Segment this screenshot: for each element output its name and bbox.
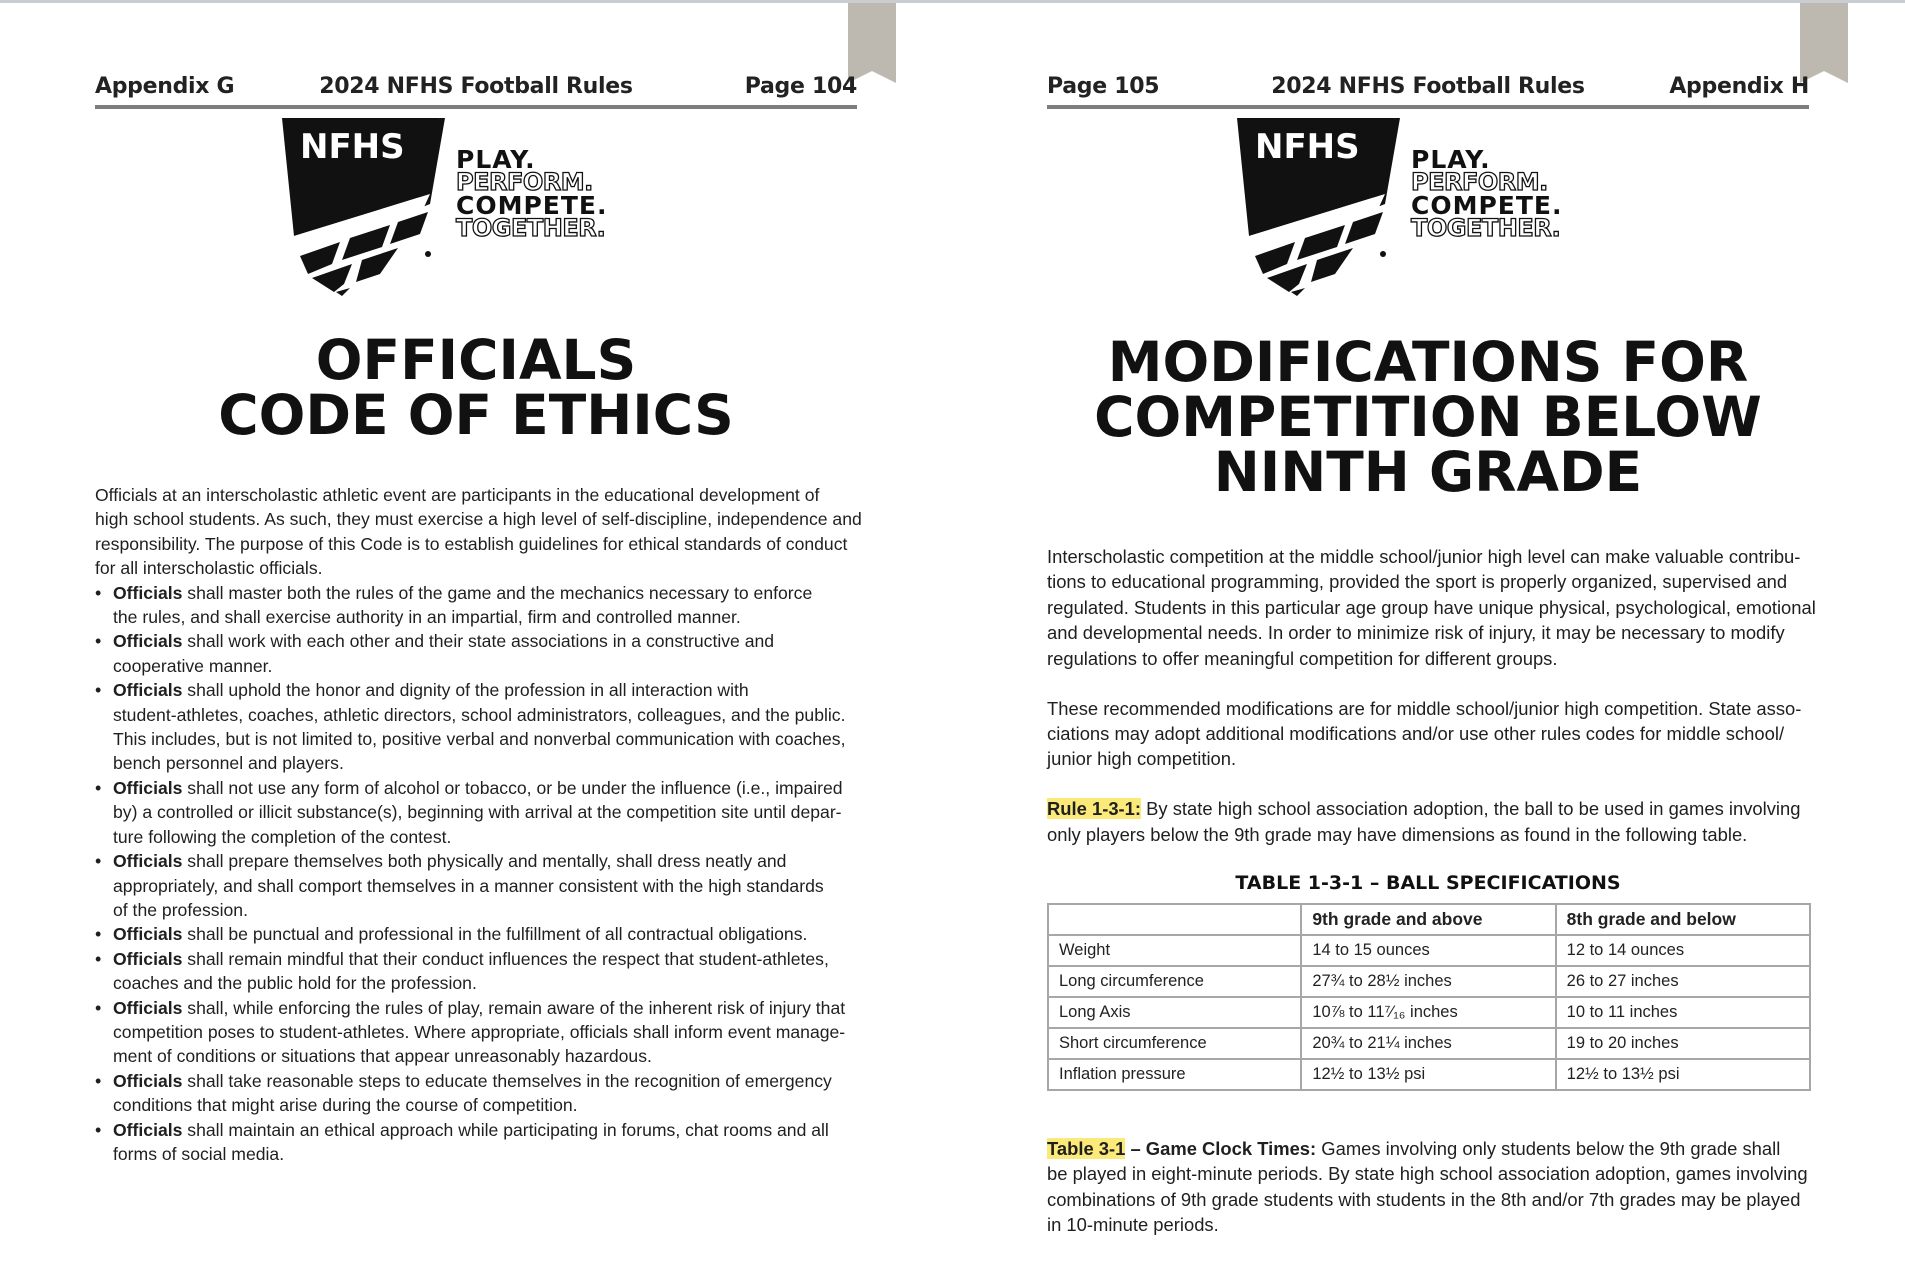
table-cell: 10⅞ to 11⁷⁄₁₆ inches [1300,996,1557,1029]
game-clock-paragraph: Table 3-1 – Game Clock Times: Games invo… [1047,1138,1808,1236]
page-105: Page 105 2024 NFHS Football Rules Append… [952,0,1905,1287]
list-item: Officials shall be punctual and professi… [95,922,865,947]
nfhs-logo: NFHS PLAY. PERFORM. COMPETE. TOGETHER. [1235,114,1635,296]
table-cell: Long circumference [1046,965,1303,998]
table-cell: Weight [1046,934,1303,967]
list-item: Officials shall prepare themselves both … [95,849,865,922]
ball-specifications-table: 9th grade and above 8th grade and below … [1046,903,1812,1091]
nfhs-logo: NFHS PLAY. PERFORM. COMPETE. TOGETHER. [280,114,680,296]
table-header-cell: 9th grade and above [1300,903,1557,936]
table-cell: Long Axis [1046,996,1303,1029]
table-header-cell [1046,903,1303,936]
page-title: OFFICIALS CODE OF ETHICS [218,328,734,447]
header-appendix: Appendix G [95,74,235,99]
intro-paragraph: Interscholastic competition at the middl… [1047,546,1816,669]
page-104: Appendix G 2024 NFHS Football Rules Page… [0,0,952,1287]
nfhs-shield-icon: NFHS [282,118,445,296]
header-appendix: Appendix H [1669,74,1809,99]
recommendation-paragraph: These recommended modifications are for … [1047,697,1802,770]
table-title: TABLE 1-3-1 – BALL SPECIFICATIONS [1235,872,1621,894]
intro-paragraph: Officials at an interscholastic athletic… [95,485,862,579]
page-header: Appendix G 2024 NFHS Football Rules Page… [95,68,857,109]
table-header-row: 9th grade and above 8th grade and below [1046,903,1812,936]
ethics-list: Officials shall master both the rules of… [95,581,865,1167]
list-item: Officials shall, while enforcing the rul… [95,996,865,1069]
logo-tagline: PLAY. PERFORM. COMPETE. TOGETHER. [455,145,608,242]
svg-text:NFHS: NFHS [300,127,405,167]
list-item: Officials shall work with each other and… [95,629,865,678]
header-book-title: 2024 NFHS Football Rules [1271,74,1585,99]
rule-paragraph: Rule 1-3-1: By state high school associa… [1047,798,1801,845]
table-cell: 14 to 15 ounces [1300,934,1557,967]
table-cell: 20¾ to 21¼ inches [1300,1027,1557,1060]
table-cell: 12½ to 13½ psi [1554,1058,1812,1091]
table-cell: 27¾ to 28½ inches [1300,965,1557,998]
nfhs-shield-icon: NFHS [1237,118,1400,296]
table-header-cell: 8th grade and below [1554,903,1812,936]
table-cell: 12 to 14 ounces [1554,934,1812,967]
page-header: Page 105 2024 NFHS Football Rules Append… [1047,68,1809,109]
list-item: Officials shall maintain an ethical appr… [95,1118,865,1167]
list-item: Officials shall take reasonable steps to… [95,1069,865,1118]
list-item: Officials shall uphold the honor and dig… [95,678,865,776]
table-cell: Inflation pressure [1046,1058,1303,1091]
table-reference-highlight[interactable]: Table 3-1 [1047,1138,1126,1159]
table-cell: 26 to 27 inches [1554,965,1812,998]
logo-tagline: PLAY. PERFORM. COMPETE. TOGETHER. [1410,145,1563,242]
table-cell: 12½ to 13½ psi [1300,1058,1557,1091]
table-row: Short circumference 20¾ to 21¼ inches 19… [1046,1027,1812,1060]
modifications-body: Interscholastic competition at the middl… [1047,544,1819,872]
table-row: Long circumference 27¾ to 28½ inches 26 … [1046,965,1812,998]
header-book-title: 2024 NFHS Football Rules [319,74,633,99]
code-of-ethics-body: Officials at an interscholastic athletic… [95,483,865,1166]
rule-reference-highlight[interactable]: Rule 1-3-1: [1047,798,1142,820]
list-item: Officials shall master both the rules of… [95,581,865,630]
list-item: Officials shall not use any form of alco… [95,776,865,849]
table-row: Weight 14 to 15 ounces 12 to 14 ounces [1046,934,1812,967]
header-page-number: Page 105 [1047,74,1160,99]
header-page-number: Page 104 [744,74,858,99]
svg-text:NFHS: NFHS [1255,127,1360,167]
list-item: Officials shall remain mindful that thei… [95,947,865,996]
table-cell: 10 to 11 inches [1554,996,1812,1029]
table-cell: 19 to 20 inches [1554,1027,1812,1060]
page-title: MODIFICATIONS FOR COMPETITION BELOW NINT… [1094,330,1762,504]
table-cell: Short circumference [1046,1027,1303,1060]
table-row: Long Axis 10⅞ to 11⁷⁄₁₆ inches 10 to 11 … [1046,996,1812,1029]
table-row: Inflation pressure 12½ to 13½ psi 12½ to… [1046,1058,1812,1091]
